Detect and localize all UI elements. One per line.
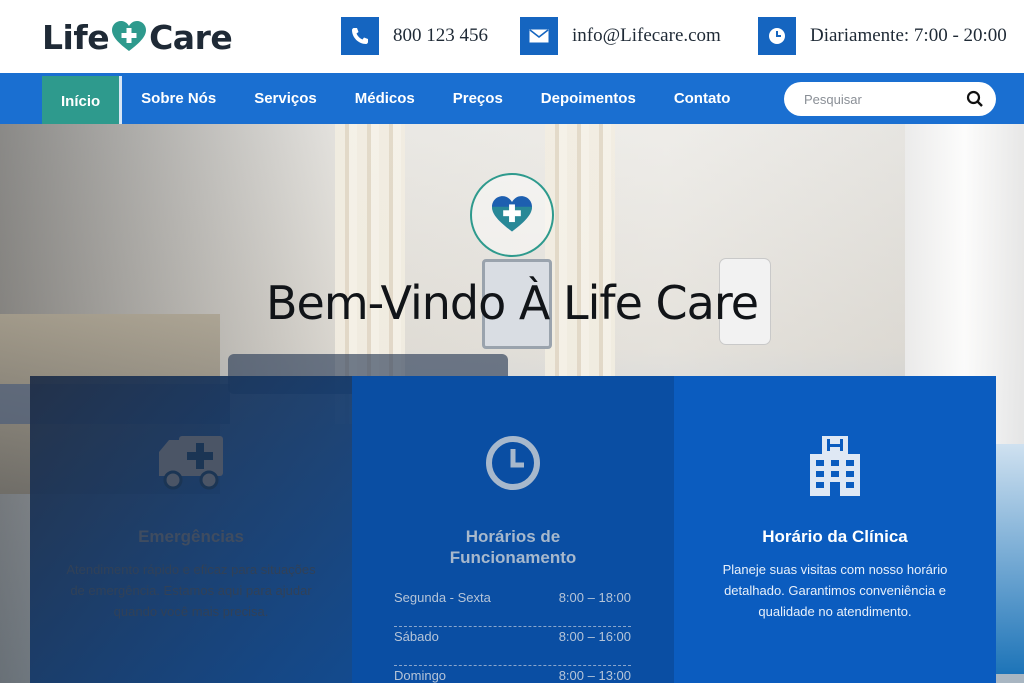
ambulance-icon (30, 434, 352, 498)
clock-icon (352, 434, 674, 498)
emergency-title: Emergências (138, 527, 244, 546)
nav-item-medicos[interactable]: Médicos (336, 73, 434, 124)
hours-contact: Diariamente: 7:00 - 20:00 (758, 16, 1007, 56)
search-box (784, 82, 996, 116)
opening-hours: Diariamente: 7:00 - 20:00 (810, 25, 1007, 46)
hours-day: Segunda - Sexta (394, 590, 491, 605)
hero-heart-icon (470, 173, 554, 257)
nav-item-servicos[interactable]: Serviços (235, 73, 336, 124)
heart-cross-icon (112, 21, 147, 51)
hours-time: 8:00 – 13:00 (558, 668, 631, 683)
logo[interactable]: Life Care (42, 14, 233, 60)
nav-item-sobre-nos[interactable]: Sobre Nós (122, 73, 235, 124)
feature-boxes: Emergências Atendimento rápido e eficaz … (30, 376, 996, 683)
opening-hours-card: Horários de Funcionamento Segunda - Sext… (352, 376, 674, 683)
email-contact[interactable]: info@Lifecare.com (520, 16, 721, 56)
hours-time: 8:00 – 16:00 (558, 629, 631, 644)
opening-hours-title-line2: Funcionamento (449, 548, 577, 567)
hours-day: Sábado (394, 629, 439, 644)
clock-icon (758, 17, 796, 55)
hero-title: Bem-Vindo À Life Care (265, 276, 759, 330)
nav-item-depoimentos[interactable]: Depoimentos (522, 73, 655, 124)
opening-hours-title: Horários de Funcionamento (352, 526, 674, 568)
main-navigation: Início Sobre Nós Serviços Médicos Preços… (0, 73, 1024, 126)
phone-icon (341, 17, 379, 55)
phone-contact[interactable]: 800 123 456 (341, 16, 488, 56)
hospital-icon (674, 434, 996, 498)
phone-number: 800 123 456 (393, 25, 488, 46)
emergency-text: Atendimento rápido e eficaz para situaçõ… (66, 562, 316, 619)
search-input[interactable] (804, 91, 954, 107)
hours-table: Segunda - Sexta 8:00 – 18:00 Sábado 8:00… (394, 588, 631, 683)
hours-day: Domingo (394, 668, 447, 683)
hours-row: Segunda - Sexta 8:00 – 18:00 (394, 588, 631, 627)
nav-item-precos[interactable]: Preços (434, 73, 522, 124)
hours-row: Sábado 8:00 – 16:00 (394, 627, 631, 666)
hours-row: Domingo 8:00 – 13:00 (394, 666, 631, 683)
logo-text-care: Care (149, 17, 233, 57)
opening-hours-title-line1: Horários de (465, 527, 561, 546)
clinic-hours-text: Planeje suas visitas com nosso horário d… (722, 562, 948, 619)
nav-item-inicio[interactable]: Início (42, 76, 123, 126)
clinic-hours-card: Horário da Clínica Planeje suas visitas … (674, 376, 996, 683)
email-address: info@Lifecare.com (572, 25, 721, 46)
logo-text-life: Life (42, 17, 110, 57)
clinic-hours-title: Horário da Clínica (762, 527, 908, 546)
hours-time: 8:00 – 18:00 (558, 590, 631, 605)
envelope-icon (520, 17, 558, 55)
nav-item-contato[interactable]: Contato (655, 73, 750, 124)
search-icon[interactable] (966, 90, 984, 108)
top-header: Life Care 800 123 456 info@Lifecare.com … (0, 0, 1024, 73)
emergency-card: Emergências Atendimento rápido e eficaz … (30, 376, 352, 683)
